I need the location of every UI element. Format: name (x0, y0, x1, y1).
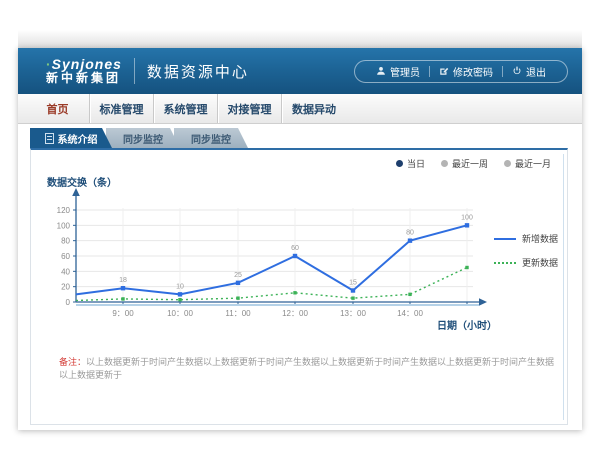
logout-label: 退出 (526, 64, 546, 79)
svg-text:数据交换（条）: 数据交换（条） (47, 176, 117, 189)
brand-block: ·Synjones 新中新集团 数据资源中心 (32, 57, 249, 84)
svg-text:60: 60 (61, 252, 70, 261)
svg-text:10: 10 (176, 283, 184, 290)
header-divider (134, 58, 135, 84)
tab-bar: 系统介绍 同步监控 同步监控 (30, 128, 582, 148)
main-nav: 首页 标准管理 系统管理 对接管理 数据异动 (18, 94, 582, 124)
nav-item-home[interactable]: 首页 (26, 94, 90, 123)
svg-text:20: 20 (61, 283, 70, 292)
tab-label: 同步监控 (191, 131, 231, 146)
document-icon (45, 133, 54, 144)
footnote-text: 以上数据更新于时间产生数据以上数据更新于时间产生数据以上数据更新于时间产生数据以… (59, 357, 554, 380)
admin-user-button[interactable]: 管理员 (367, 64, 429, 79)
svg-text:40: 40 (61, 267, 70, 276)
legend-item-new-data: 新增数据 (494, 232, 558, 245)
svg-text:10：00: 10：00 (167, 309, 193, 318)
tab-sync-monitor-1[interactable]: 同步监控 (106, 128, 180, 148)
desktop-background: ·Synjones 新中新集团 数据资源中心 管理员 修改密码 (0, 0, 600, 450)
legend-label: 新增数据 (522, 232, 558, 245)
logo-text-en: ·Synjones (46, 57, 122, 72)
svg-text:12：00: 12：00 (282, 309, 308, 318)
legend-label: 更新数据 (522, 256, 558, 269)
tab-system-intro[interactable]: 系统介绍 (30, 128, 112, 148)
legend-solid-line-swatch (494, 238, 516, 240)
app-header: ·Synjones 新中新集团 数据资源中心 管理员 修改密码 (18, 48, 582, 94)
power-icon (512, 66, 522, 76)
nav-item-interface-mgmt[interactable]: 对接管理 (218, 94, 282, 123)
app-window: ·Synjones 新中新集团 数据资源中心 管理员 修改密码 (18, 48, 582, 430)
page-top-fade (18, 30, 582, 48)
nav-item-data-change[interactable]: 数据异动 (282, 94, 346, 123)
svg-text:15: 15 (349, 280, 357, 287)
svg-text:0: 0 (66, 298, 71, 307)
chart-legend: 新增数据 更新数据 (494, 232, 558, 280)
svg-text:14：00: 14：00 (397, 309, 423, 318)
svg-text:100: 100 (461, 214, 473, 221)
svg-text:日期（小时）: 日期（小时） (437, 319, 497, 332)
tab-label: 同步监控 (123, 131, 163, 146)
tab-sync-monitor-2[interactable]: 同步监控 (174, 128, 248, 148)
logout-button[interactable]: 退出 (503, 64, 555, 79)
svg-text:80: 80 (406, 230, 414, 237)
svg-text:11：00: 11：00 (225, 309, 251, 318)
svg-text:100: 100 (57, 221, 71, 230)
change-password-button[interactable]: 修改密码 (430, 64, 502, 79)
legend-item-updated-data: 更新数据 (494, 256, 558, 269)
svg-text:60: 60 (291, 245, 299, 252)
svg-text:13：00: 13：00 (340, 309, 366, 318)
svg-text:120: 120 (57, 206, 71, 215)
svg-text:18: 18 (119, 277, 127, 284)
tab-label: 系统介绍 (58, 131, 98, 146)
app-title: 数据资源中心 (147, 61, 249, 82)
chart-panel: 当日 最近一周 最近一月 0204060801001209：0010：0011：… (30, 148, 568, 425)
change-password-label: 修改密码 (453, 64, 493, 79)
user-icon (376, 66, 386, 76)
svg-text:80: 80 (61, 237, 70, 246)
footnote-prefix: 备注： (59, 357, 86, 367)
logo-text-cn: 新中新集团 (46, 72, 122, 85)
svg-text:9：00: 9：00 (112, 309, 134, 318)
nav-item-standard-mgmt[interactable]: 标准管理 (90, 94, 154, 123)
nav-item-system-mgmt[interactable]: 系统管理 (154, 94, 218, 123)
line-chart: 0 20 40 60 80 100 120 9：00 10：00 11：00 12：00 13：00 1… (31, 150, 569, 340)
edit-icon (439, 66, 449, 76)
footnote: 备注：以上数据更新于时间产生数据以上数据更新于时间产生数据以上数据更新于时间产生… (31, 356, 567, 381)
company-logo: ·Synjones 新中新集团 (32, 57, 122, 84)
user-toolbar: 管理员 修改密码 退出 (354, 60, 568, 83)
legend-dotted-line-swatch (494, 262, 516, 264)
svg-text:25: 25 (234, 272, 242, 279)
user-label: 管理员 (390, 64, 420, 79)
